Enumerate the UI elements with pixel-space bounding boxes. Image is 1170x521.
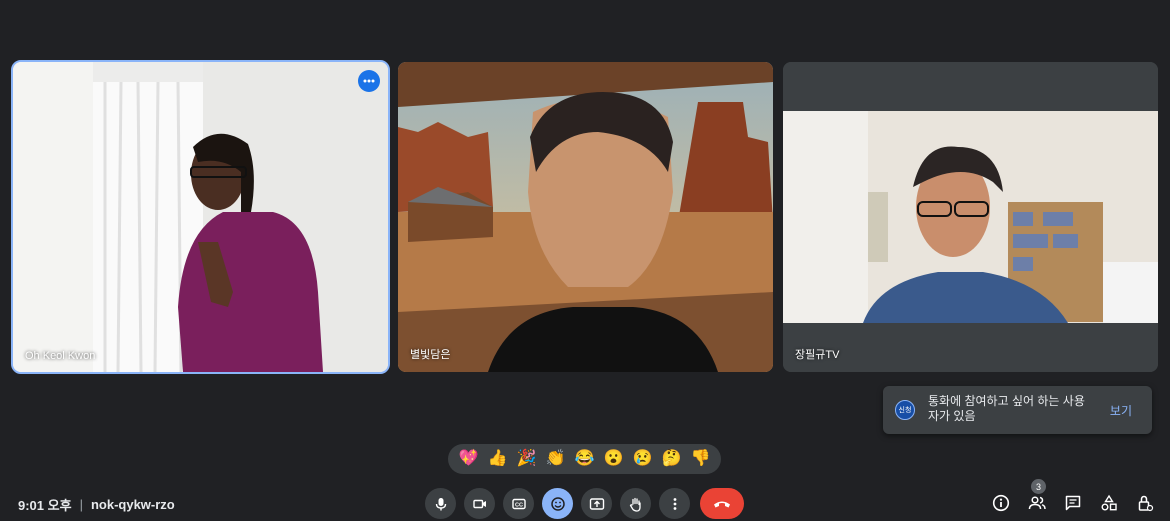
join-request-message: 통화에 참여하고 싶어 하는 사용자가 있음	[928, 394, 1085, 423]
host-controls-button[interactable]	[1134, 492, 1156, 514]
captions-button[interactable]: CC	[503, 488, 534, 519]
meeting-separator: |	[79, 497, 83, 512]
join-request-toast: 신청 통화에 참여하고 싶어 하는 사용자가 있음 보기	[883, 386, 1152, 434]
meeting-time: 9:01 오후	[18, 498, 72, 513]
meeting-info: 9:01 오후 | nok-qykw-rzo	[18, 495, 175, 514]
people-button[interactable]: 3	[1026, 479, 1048, 514]
more-horizontal-icon	[363, 79, 375, 83]
activities-icon	[1101, 494, 1117, 511]
reaction-thumbs-down[interactable]: 👎	[691, 451, 711, 467]
people-count: 3	[1031, 479, 1046, 494]
camera-icon	[472, 499, 486, 508]
reaction-laugh[interactable]: 😂	[575, 451, 595, 467]
leave-call-button[interactable]	[700, 488, 744, 519]
side-controls: 3	[990, 479, 1156, 514]
info-icon	[992, 494, 1010, 512]
reaction-clap[interactable]: 👏	[546, 451, 566, 467]
people-icon	[1028, 496, 1046, 510]
reactions-bar: 💖 👍 🎉 👏 😂 😮 😢 🤔 👎	[448, 444, 721, 474]
svg-text:CC: CC	[515, 502, 523, 508]
participant-video-3	[783, 62, 1158, 372]
reaction-sad[interactable]: 😢	[633, 451, 653, 467]
meeting-code: nok-qykw-rzo	[90, 497, 175, 512]
reaction-thumbs-up[interactable]: 👍	[488, 451, 508, 467]
activities-button[interactable]	[1098, 492, 1120, 514]
emoji-reactions-button[interactable]	[542, 488, 573, 519]
host-controls-icon	[1138, 495, 1154, 512]
present-button[interactable]	[581, 488, 612, 519]
participant-tile-2[interactable]: 별빛담은	[398, 62, 773, 372]
chat-icon	[1065, 495, 1081, 511]
participant-video-1	[13, 62, 388, 372]
call-controls: CC	[425, 488, 744, 519]
more-options-button[interactable]	[358, 70, 380, 92]
participant-name: 장필규TV	[795, 349, 840, 361]
reaction-party[interactable]: 🎉	[517, 451, 537, 467]
more-vertical-icon	[673, 497, 676, 510]
view-request-button[interactable]: 보기	[1110, 402, 1132, 419]
camera-button[interactable]	[464, 488, 495, 519]
reaction-heart[interactable]: 💖	[459, 451, 479, 467]
microphone-button[interactable]	[425, 488, 456, 519]
present-icon	[589, 497, 604, 510]
participant-name: 별빛담은	[410, 349, 451, 361]
participant-tile-3[interactable]: 장필규TV	[783, 62, 1158, 372]
reaction-thinking[interactable]: 🤔	[662, 451, 682, 467]
raise-hand-icon	[629, 497, 641, 512]
raise-hand-button[interactable]	[620, 488, 651, 519]
participant-video-2	[398, 62, 773, 372]
end-call-icon	[714, 501, 730, 507]
emoji-icon	[550, 496, 565, 511]
participant-tile-1[interactable]: Oh Keol Kwon	[11, 60, 390, 374]
join-request-badge: 신청	[895, 400, 915, 420]
mic-icon	[435, 497, 446, 510]
reaction-surprised[interactable]: 😮	[604, 451, 624, 467]
captions-icon: CC	[511, 498, 526, 509]
meeting-details-button[interactable]	[990, 492, 1012, 514]
chat-button[interactable]	[1062, 492, 1084, 514]
participant-name: Oh Keol Kwon	[25, 350, 96, 362]
more-options-menu-button[interactable]	[659, 488, 690, 519]
